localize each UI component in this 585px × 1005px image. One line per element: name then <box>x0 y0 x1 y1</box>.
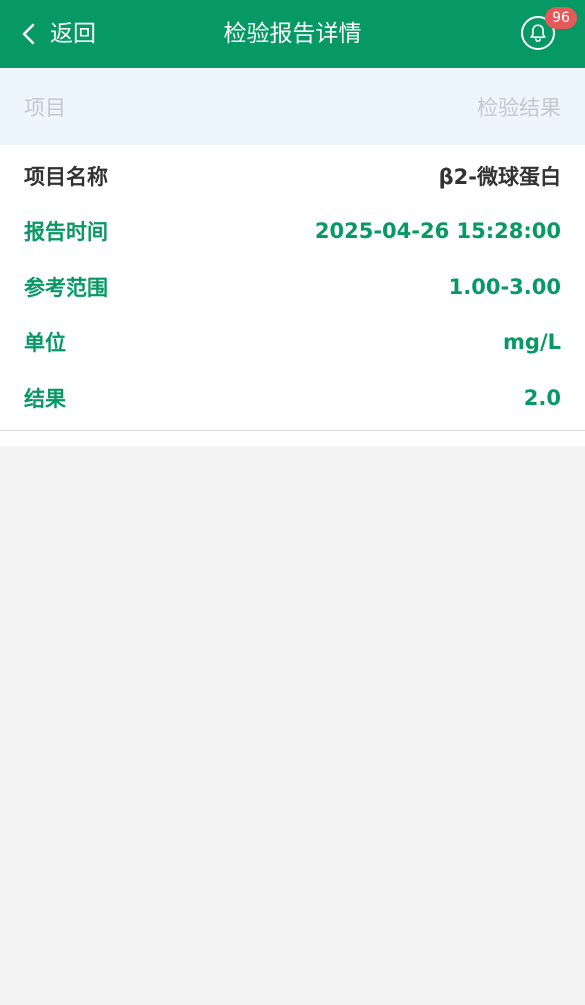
table-header: 项目 检验结果 <box>0 68 585 145</box>
column-header-item: 项目 <box>24 95 66 120</box>
row-value: 2.0 <box>523 385 561 410</box>
row-item-name: 项目名称 β2-微球蛋白 <box>0 148 585 204</box>
row-value: β2-微球蛋白 <box>438 164 561 189</box>
row-label: 报告时间 <box>24 220 108 245</box>
back-label: 返回 <box>50 21 96 47</box>
row-label: 单位 <box>24 331 66 356</box>
row-label: 参考范围 <box>24 275 108 300</box>
row-value: 1.00-3.00 <box>448 274 561 299</box>
bottom-spacer <box>0 430 585 446</box>
bell-icon <box>527 22 549 44</box>
column-header-result: 检验结果 <box>477 95 561 120</box>
row-value: 2025-04-26 15:28:00 <box>314 219 561 244</box>
row-unit: 单位 mg/L <box>0 315 585 371</box>
row-result: 结果 2.0 <box>0 370 585 426</box>
row-value: mg/L <box>503 330 561 355</box>
row-reference-range: 参考范围 1.00-3.00 <box>0 259 585 315</box>
row-label: 项目名称 <box>24 164 108 189</box>
report-details: 项目名称 β2-微球蛋白 报告时间 2025-04-26 15:28:00 参考… <box>0 145 585 431</box>
nav-bar: 返回 检验报告详情 96 <box>0 0 585 68</box>
chevron-left-icon <box>16 21 42 47</box>
back-button[interactable]: 返回 <box>16 0 96 68</box>
notification-badge: 96 <box>545 7 577 29</box>
row-report-time: 报告时间 2025-04-26 15:28:00 <box>0 204 585 260</box>
row-label: 结果 <box>24 386 66 411</box>
